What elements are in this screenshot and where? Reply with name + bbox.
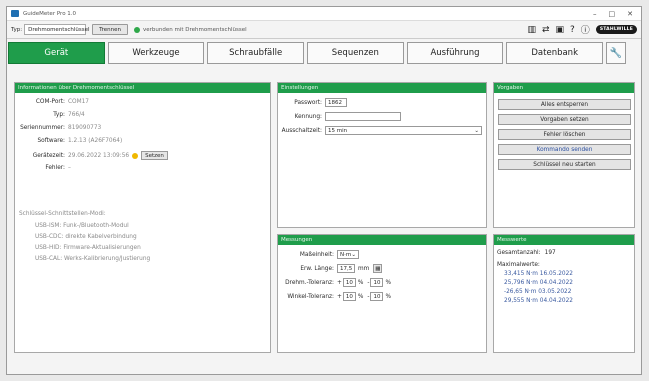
angle-plus-sign: + (337, 293, 342, 300)
tab-screw-cases[interactable]: Schraubfälle (207, 42, 305, 64)
save-icon[interactable]: ▣ (556, 25, 565, 35)
max-value-row: -26,65 N·m 03.05.2022 (504, 289, 572, 295)
presets-panel-header: Vorgaben (494, 83, 634, 93)
unit-value: N·m (340, 251, 352, 258)
unit-select[interactable]: N·m ⌄ (337, 250, 359, 259)
device-time-label: Gerätezeit: (32, 152, 65, 159)
tab-tools[interactable]: Werkzeuge (107, 42, 205, 64)
window-title: GuideMeter Pro 1.0 (23, 10, 77, 17)
torque-plus-input[interactable]: 10 (342, 278, 356, 287)
info-panel: Informationen über Drehmomentschlüssel C… (14, 82, 271, 353)
restart-wrench-button[interactable]: Schlüssel neu starten (498, 159, 631, 170)
torque-minus-input[interactable]: 10 (370, 278, 384, 287)
com-port-value: COM17 (68, 99, 89, 105)
software-label: Software: (37, 138, 65, 144)
max-value-row: 33,415 N·m 16.05.2022 (504, 271, 573, 277)
settings-panel-header: Einstellungen (278, 83, 486, 93)
torque-tolerance-label: Drehm.-Toleranz: (285, 279, 334, 286)
angle-tolerance-label: Winkel-Toleranz: (287, 293, 334, 300)
chevron-down-icon: ⌄ (474, 127, 479, 134)
torque-plus-sign: + (337, 279, 342, 286)
torque-minus-sign: - (367, 279, 370, 286)
app-icon (11, 10, 19, 17)
toolbar: Typ: Drehmomentschlüssel ⌄ Trennen verbu… (7, 21, 641, 39)
close-button[interactable]: ✕ (627, 10, 633, 18)
tab-sequences[interactable]: Sequenzen (307, 42, 404, 64)
settings-panel: Einstellungen Passwort: 1862 Kennung: Aus… (277, 82, 487, 228)
percent-unit: % (385, 279, 391, 286)
type-select[interactable]: Drehmomentschlüssel ⌄ (24, 24, 98, 35)
brand-logo: STAHLWILLE (595, 25, 637, 34)
device-time-value: 29.06.2022 13:09:56 (68, 152, 130, 159)
values-panel-header: Messwerte (494, 235, 634, 245)
tab-execution[interactable]: Ausführung (406, 42, 504, 64)
serial-label: Seriennummer: (20, 125, 65, 131)
main-tabs: Gerät Werkzeuge Schraubfälle Sequenzen A… (8, 42, 627, 64)
help-icon[interactable]: ? (570, 25, 575, 35)
max-value-row: 25,796 N·m 04.04.2022 (504, 280, 573, 286)
total-count-value: 197 (544, 250, 556, 256)
type-field-value: 766/4 (68, 112, 85, 118)
type-field-label: Typ: (53, 112, 65, 118)
angle-plus-input[interactable]: 10 (342, 292, 356, 301)
calculator-icon[interactable]: ▦ (373, 264, 383, 273)
percent-unit: % (385, 293, 391, 300)
measure-panel: Messungen Maßeinheit: N·m ⌄ Erw. Länge: 17,… (277, 234, 487, 353)
info-icon[interactable]: ⓘ (581, 23, 590, 36)
clear-errors-button[interactable]: Fehler löschen (498, 129, 631, 140)
set-presets-button[interactable]: Vorgaben setzen (498, 114, 631, 125)
unlock-all-button[interactable]: Alles entsperren (498, 99, 631, 110)
serial-value: 819090773 (68, 125, 102, 131)
interface-item: USB-ISM: Funk-/Bluetooth-Modul (35, 223, 129, 229)
timeout-value: 15 min (328, 127, 348, 134)
interface-item: USB-CDC: direkte Kabelverbindung (35, 234, 137, 240)
max-values-label: Maximalwerte: (497, 262, 540, 268)
total-count-label: Gesamtanzahl: (497, 250, 541, 256)
tab-device[interactable]: Gerät (8, 42, 105, 64)
timeout-select[interactable]: 15 min ⌄ (325, 126, 482, 135)
extension-label: Erw. Länge: (300, 265, 334, 272)
transfer-icon[interactable]: ⇄ (542, 25, 550, 35)
id-label: Kennung: (294, 113, 322, 120)
timeout-label: Ausschaltzeit: (281, 127, 322, 134)
connection-status: verbunden mit Drehmomentschlüssel (143, 26, 247, 33)
com-port-label: COM-Port: (35, 99, 65, 105)
send-command-button[interactable]: Kommando senden (498, 144, 631, 155)
percent-unit: % (357, 279, 364, 286)
info-panel-header: Informationen über Drehmomentschlüssel (15, 83, 270, 93)
status-indicator (134, 26, 141, 33)
max-value-row: 29,555 N·m 04.04.2022 (504, 298, 573, 304)
extension-input[interactable]: 17,5 (337, 264, 355, 273)
interface-item: USB-CAL: Werks-Kalibrierung/Justierung (35, 256, 151, 262)
title-bar: GuideMeter Pro 1.0 – □ ✕ (7, 7, 641, 21)
maximize-button[interactable]: □ (609, 10, 616, 18)
interfaces-title: Schlüssel-Schnittstellen-Modi: (19, 211, 106, 217)
type-label: Typ: (11, 26, 23, 33)
measure-panel-header: Messungen (278, 235, 486, 245)
wrench-icon[interactable]: 🔧 (606, 42, 627, 64)
angle-minus-input[interactable]: 10 (370, 292, 384, 301)
password-label: Passwort: (294, 99, 322, 106)
software-value: 1.2.13 (A26F7064) (68, 138, 123, 144)
clock-warning-icon (132, 152, 139, 159)
chevron-down-icon: ⌄ (351, 251, 356, 258)
minimize-button[interactable]: – (593, 10, 597, 18)
disconnect-button[interactable]: Trennen (92, 24, 129, 35)
percent-unit: % (357, 293, 364, 300)
interface-item: USB-HID: Firmware-Aktualisierungen (35, 245, 141, 251)
password-input[interactable]: 1862 (325, 98, 347, 107)
set-time-button[interactable]: Setzen (141, 151, 168, 160)
values-panel: Messwerte Gesamtanzahl: 197 Maximalwerte:… (493, 234, 635, 353)
id-input[interactable] (325, 112, 401, 121)
angle-minus-sign: - (367, 293, 370, 300)
tab-database[interactable]: Datenbank (506, 42, 604, 64)
type-select-value: Drehmomentschlüssel (28, 26, 90, 33)
error-label: Fehler: (45, 165, 65, 171)
extension-unit: mm (358, 265, 370, 272)
presets-panel: Vorgaben Alles entsperren Vorgaben setze… (493, 82, 635, 228)
error-value: – (68, 165, 71, 171)
unit-label: Maßeinheit: (299, 251, 334, 258)
barcode-icon[interactable]: ▥ (527, 25, 536, 35)
